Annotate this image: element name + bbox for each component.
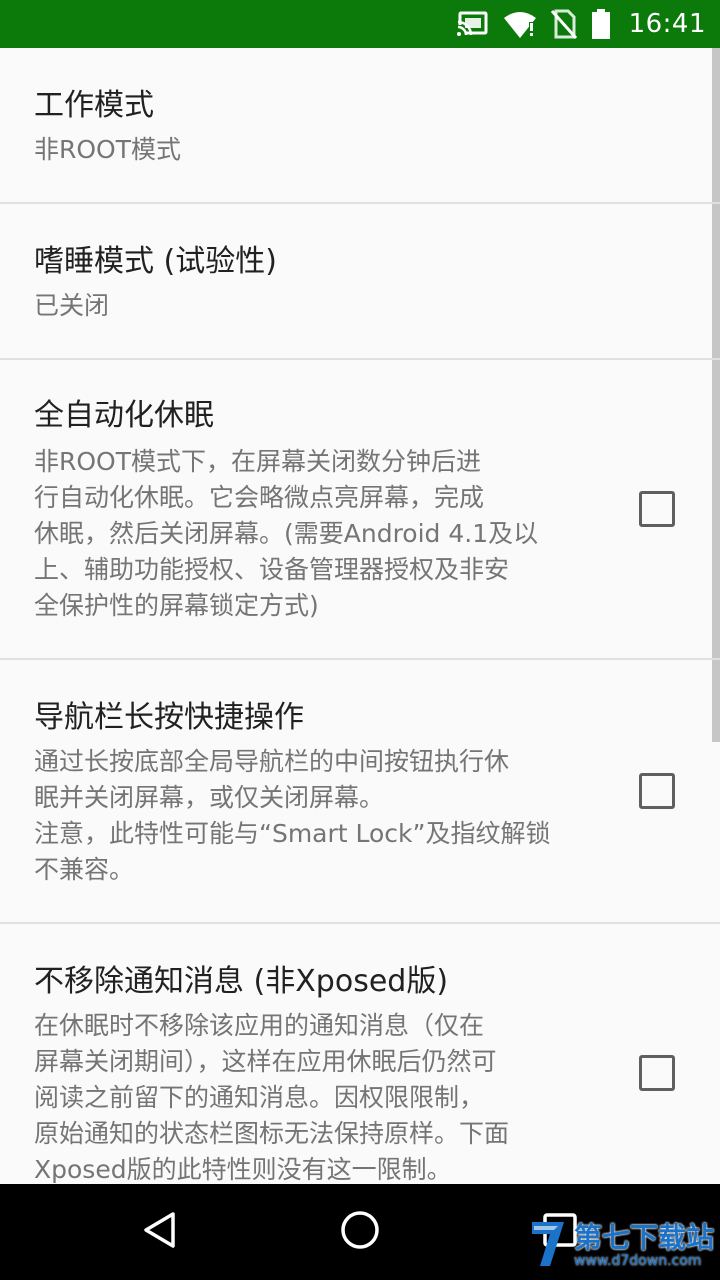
pref-summary: 非ROOT模式 (34, 132, 584, 168)
watermark: 第七下载站 www.d7down.com (528, 1216, 714, 1276)
pref-summary: 在休眠时不移除该应用的通知消息（仅在 屏幕关闭期间），这样在应用休眠后仍然可 阅… (34, 1008, 584, 1188)
summary-line: 非ROOT模式下，在屏幕关闭数分钟后进 (34, 447, 481, 476)
keep-notifications-checkbox[interactable] (639, 1055, 675, 1091)
summary-line: 在休眠时不移除该应用的通知消息（仅在 (34, 1011, 485, 1040)
watermark-title: 第七下载站 (573, 1221, 714, 1254)
navigation-bar: 第七下载站 www.d7down.com (0, 1184, 720, 1280)
pref-title: 工作模式 (34, 88, 154, 123)
summary-line: 休眠，然后关闭屏幕。(需要Android 4.1及以 (34, 519, 539, 548)
home-icon (339, 1209, 381, 1255)
summary-line: 通过长按底部全局导航栏的中间按钮执行休 (34, 747, 510, 776)
pref-title: 嗜睡模式 (试验性) (34, 244, 277, 279)
pref-keep-notifications[interactable]: 不移除通知消息 (非Xposed版) 在休眠时不移除该应用的通知消息（仅在 屏幕… (0, 924, 720, 1184)
pref-doze-mode[interactable]: 嗜睡模式 (试验性) 已关闭 (0, 204, 720, 359)
cast-icon (456, 11, 489, 37)
status-clock: 16:41 (628, 9, 706, 39)
no-sim-icon (550, 9, 577, 39)
summary-line: 原始通知的状态栏图标无法保持原样。下面 (34, 1119, 510, 1148)
pref-auto-hibernation[interactable]: 全自动化休眠 非ROOT模式下，在屏幕关闭数分钟后进 行自动化休眠。它会略微点亮… (0, 360, 720, 658)
navbar-long-press-checkbox[interactable] (639, 773, 675, 809)
watermark-logo-icon (528, 1218, 568, 1274)
pref-summary: 通过长按底部全局导航栏的中间按钮执行休 眠并关闭屏幕，或仅关闭屏幕。 注意，此特… (34, 744, 584, 888)
pref-summary: 已关闭 (34, 288, 584, 324)
summary-line: 屏幕关闭期间），这样在应用休眠后仍然可 (34, 1047, 497, 1076)
pref-navbar-long-press[interactable]: 导航栏长按快捷操作 通过长按底部全局导航栏的中间按钮执行休 眠并关闭屏幕，或仅关… (0, 660, 720, 922)
summary-line: 眠并关闭屏幕，或仅关闭屏幕。 (34, 783, 385, 812)
home-button[interactable] (300, 1184, 420, 1280)
summary-line: 上、辅助功能授权、设备管理器授权及非安 (34, 555, 510, 584)
pref-title: 不移除通知消息 (非Xposed版) (34, 964, 449, 999)
watermark-url: www.d7down.com (573, 1253, 702, 1269)
pref-summary: 非ROOT模式下，在屏幕关闭数分钟后进 行自动化休眠。它会略微点亮屏幕，完成 休… (34, 444, 584, 624)
status-bar: 16:41 (0, 0, 720, 48)
summary-line: 不兼容。 (34, 855, 135, 884)
pref-work-mode[interactable]: 工作模式 非ROOT模式 (0, 48, 720, 203)
summary-line: 行自动化休眠。它会略微点亮屏幕，完成 (34, 483, 485, 512)
pref-title: 导航栏长按快捷操作 (34, 700, 304, 735)
back-icon (140, 1210, 180, 1254)
summary-line: 注意，此特性可能与“Smart Lock”及指纹解锁 (34, 819, 551, 848)
summary-line: 已关闭 (34, 291, 110, 320)
summary-line: 阅读之前留下的通知消息。因权限限制， (34, 1083, 485, 1112)
summary-line: 全保护性的屏幕锁定方式) (34, 591, 319, 620)
summary-line: Xposed版的此特性则没有这一限制。 (34, 1155, 452, 1184)
pref-title: 全自动化休眠 (34, 398, 214, 433)
auto-hibernation-checkbox[interactable] (639, 491, 675, 527)
battery-icon (591, 9, 611, 39)
back-button[interactable] (100, 1184, 220, 1280)
summary-line: 非ROOT模式 (34, 135, 181, 164)
wifi-icon (503, 10, 537, 38)
